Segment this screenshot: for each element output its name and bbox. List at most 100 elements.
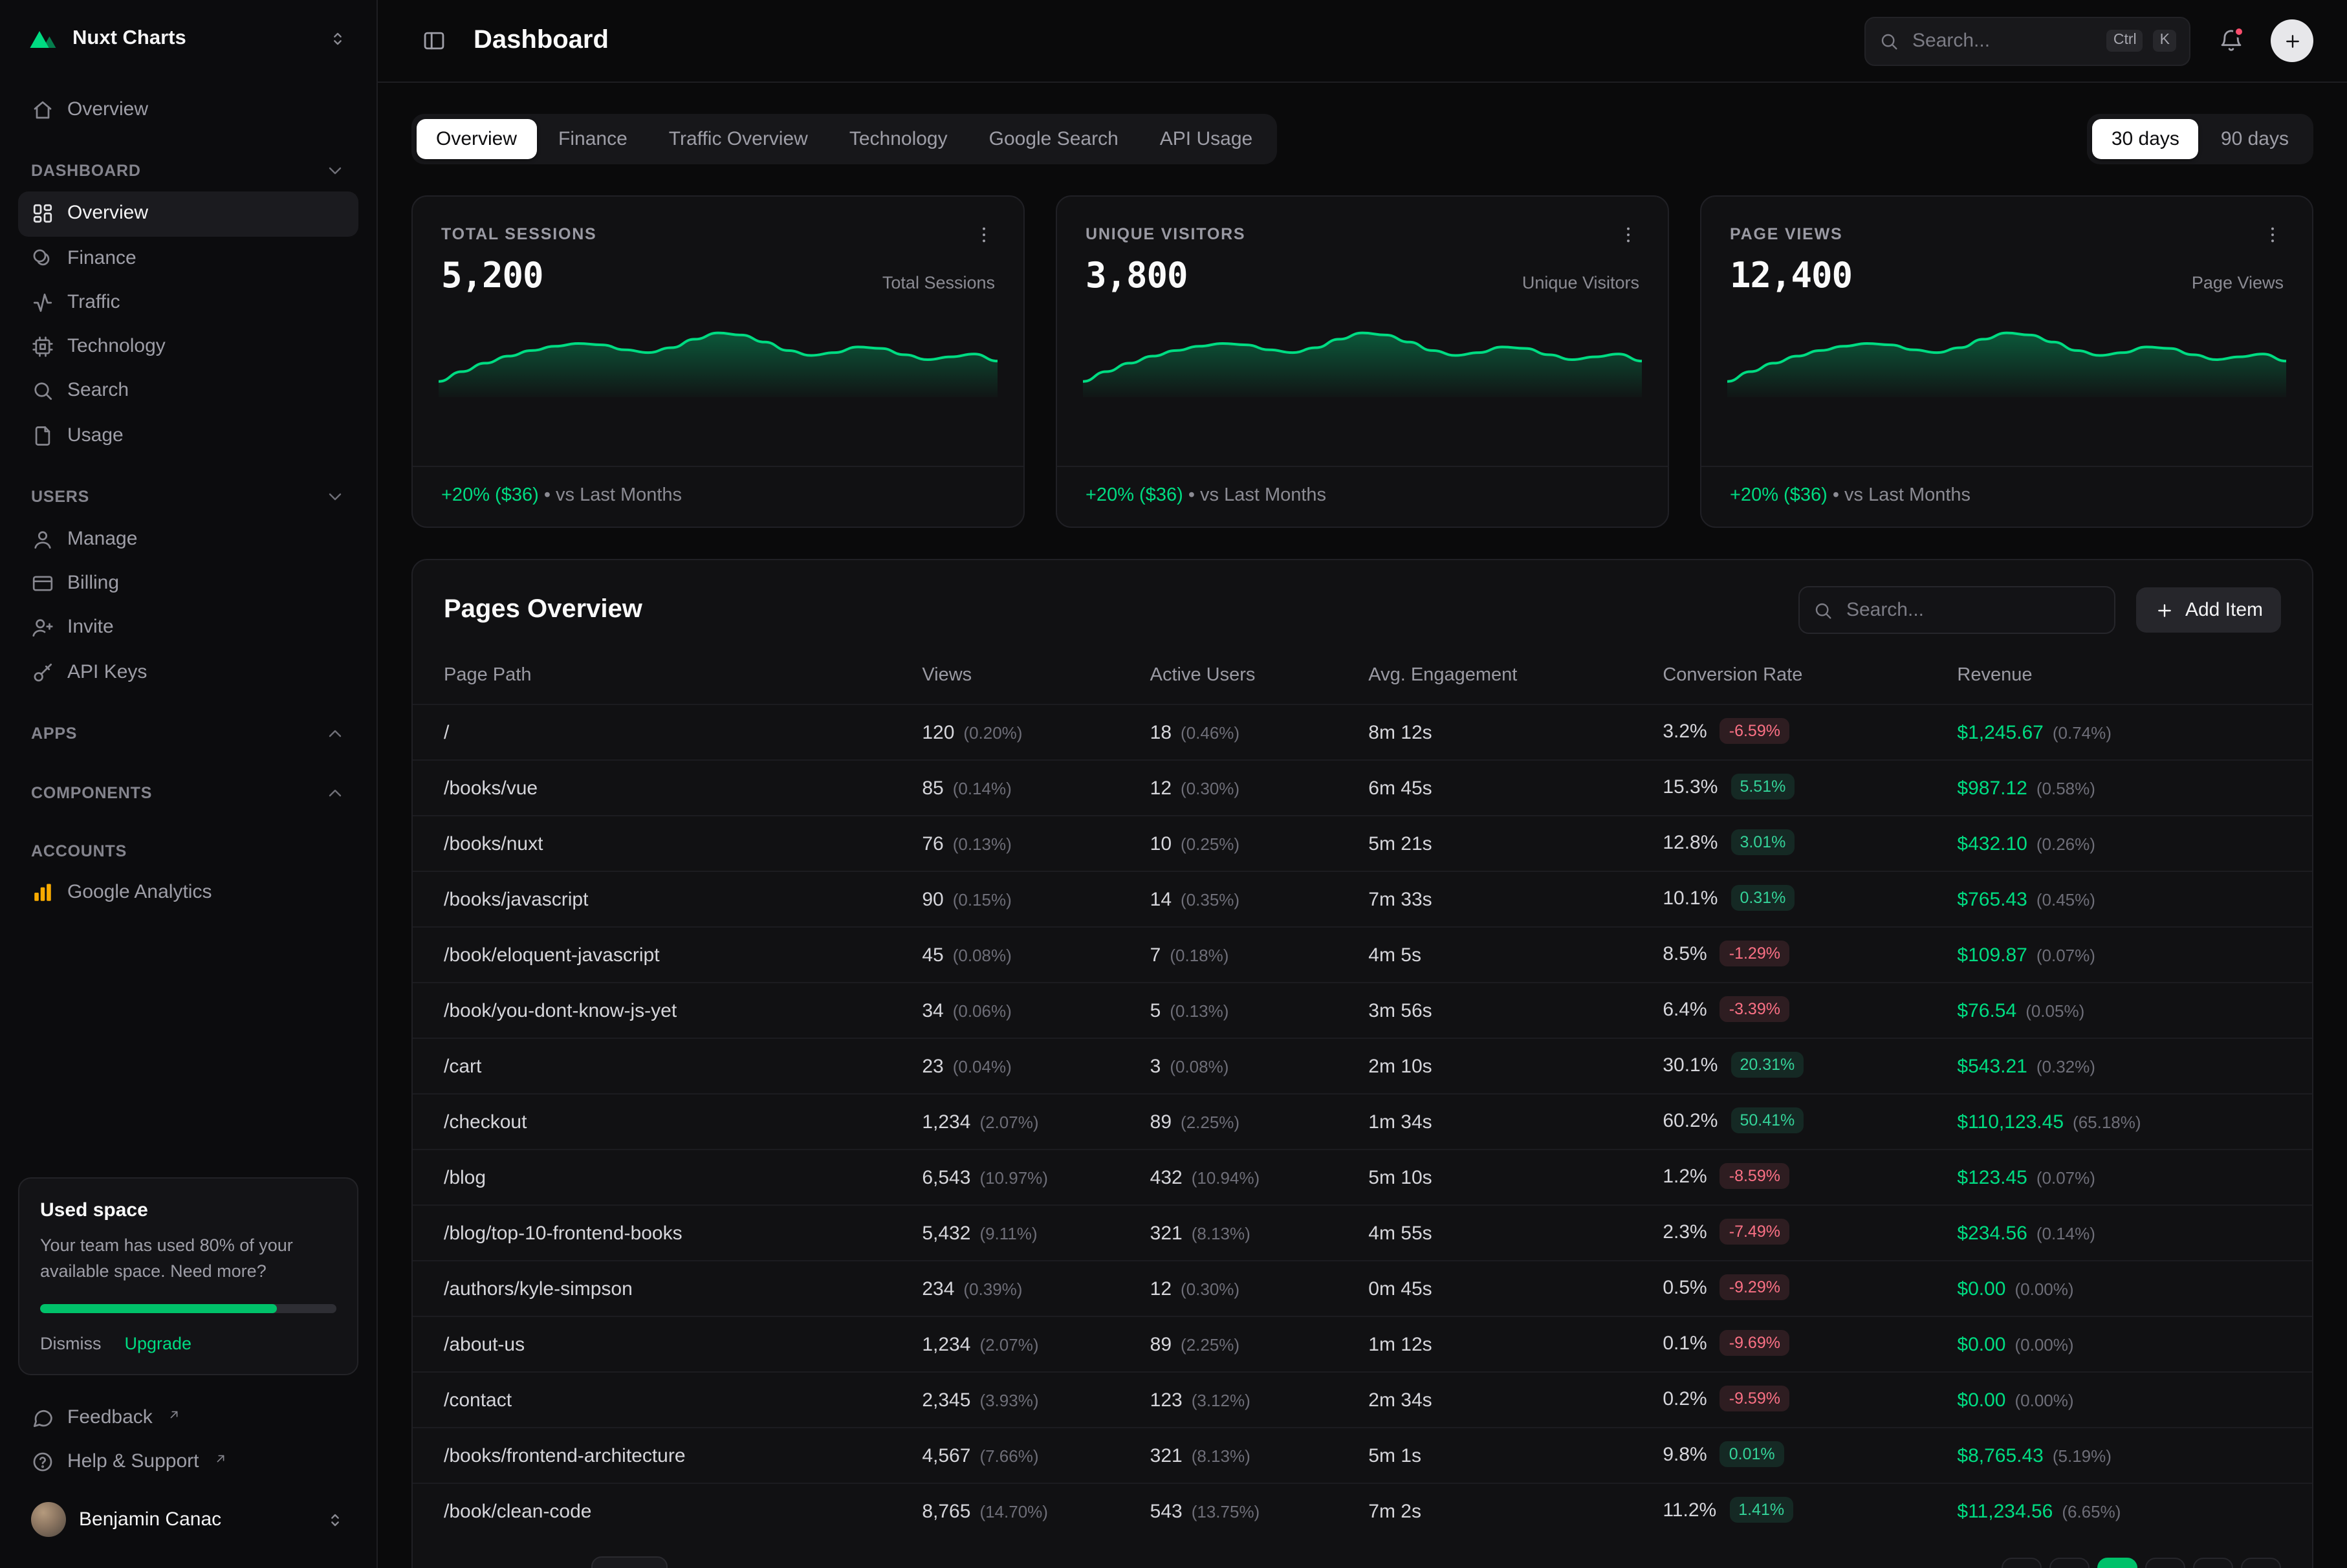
cell-views: 90(0.15%) [906,871,1134,927]
cell-conversion: 12.8%3.01% [1647,816,1941,871]
sidebar-item-label: Search [67,378,129,405]
pagination-first-button[interactable] [2002,1557,2042,1568]
pagination-page-2[interactable]: 2 [2145,1557,2185,1568]
table-row: /books/frontend-architecture4,567(7.66%)… [413,1428,2312,1483]
search-icon [1879,30,1899,51]
coins-icon [31,246,54,270]
cell-active-users: 12(0.30%) [1135,760,1353,816]
sidebar-footer-nav: Feedback Help & Support [18,1395,358,1484]
cell-revenue: $987.12(0.58%) [1941,760,2312,816]
workspace-switcher[interactable]: Nuxt Charts [18,16,358,62]
credit-card-icon [31,572,54,595]
add-item-button[interactable]: Add Item [2136,587,2281,633]
tab-finance[interactable]: Finance [539,119,647,159]
tab-technology[interactable]: Technology [830,119,967,159]
sidebar-item-search[interactable]: Search [18,369,358,414]
cell-revenue: $8,765.43(5.19%) [1941,1428,2312,1483]
section-toggle-apps[interactable]: APPS [18,723,358,754]
pagination-last-button[interactable] [2241,1557,2281,1568]
global-search-input[interactable] [1910,28,2097,53]
cell-active-users: 432(10.94%) [1135,1149,1353,1205]
table-row: /book/eloquent-javascript45(0.08%)7(0.18… [413,927,2312,983]
upgrade-button[interactable]: Upgrade [125,1333,192,1353]
cell-views: 1,234(2.07%) [906,1316,1134,1372]
sidebar-item-label: Finance [67,245,136,272]
sidebar-item-finance[interactable]: Finance [18,236,358,281]
range-30-days[interactable]: 30 days [2092,119,2199,159]
tab-overview[interactable]: Overview [417,119,536,159]
cell-revenue: $1,245.67(0.74%) [1941,704,2312,760]
sidebar-top-nav: Overview [18,88,358,133]
conversion-change-badge: 5.51% [1730,774,1795,800]
sidebar-item-overview[interactable]: Overview [18,88,358,133]
sidebar-item-feedback[interactable]: Feedback [18,1395,358,1440]
sidebar-item-api-keys[interactable]: API Keys [18,650,358,695]
stat-title: TOTAL SESSIONS [441,225,597,243]
stat-value: 5,200 [441,256,543,296]
conversion-change-badge: -9.29% [1720,1274,1789,1300]
user-menu[interactable]: Benjamin Canac [18,1492,358,1547]
tab-api-usage[interactable]: API Usage [1141,119,1272,159]
cell-views: 85(0.14%) [906,760,1134,816]
cell-revenue: $0.00(0.00%) [1941,1372,2312,1428]
sidebar-item-usage[interactable]: Usage [18,413,358,458]
cell-active-users: 10(0.25%) [1135,816,1353,871]
card-menu-button[interactable] [964,215,1003,254]
sidebar-item-overview[interactable]: Overview [18,192,358,237]
activity-icon [31,291,54,314]
pagination-prev-button[interactable] [2049,1557,2090,1568]
cell-engagement: 1m 12s [1353,1316,1647,1372]
pagination-next-button[interactable] [2193,1557,2233,1568]
range-90-days[interactable]: 90 days [2201,119,2308,159]
card-menu-button[interactable] [1608,215,1647,254]
cell-revenue: $0.00(0.00%) [1941,1316,2312,1372]
section-toggle-dashboard[interactable]: DASHBOARD [18,161,358,192]
cell-engagement: 2m 34s [1353,1372,1647,1428]
sidebar-item-billing[interactable]: Billing [18,561,358,606]
table-search[interactable] [1798,586,2115,634]
dismiss-button[interactable]: Dismiss [40,1333,102,1353]
cell-revenue: $109.87(0.07%) [1941,927,2312,983]
sidebar-item-help-support[interactable]: Help & Support [18,1440,358,1485]
sidebar-item-label: Help & Support [67,1449,199,1475]
pages-overview-header: Pages Overview Add Item [413,560,2312,652]
used-space-title: Used space [40,1200,336,1222]
main: Dashboard Ctrl K [378,0,2347,1568]
page-title: Dashboard [474,26,609,56]
sidebar-toggle-button[interactable] [411,19,455,63]
sidebar-item-google-analytics[interactable]: Google Analytics [18,871,358,915]
rows-per-page-select[interactable]: 15 [591,1556,668,1568]
sidebar-item-technology[interactable]: Technology [18,325,358,369]
section-toggle-components[interactable]: COMPONENTS [18,783,358,814]
table-search-input[interactable] [1844,598,2101,622]
used-space-progress [40,1303,336,1312]
stat-footnote: +20% ($36) • vs Last Months [1057,466,1668,527]
stat-footnote: +20% ($36) • vs Last Months [1701,466,2312,527]
tab-google-search[interactable]: Google Search [970,119,1138,159]
table-row: /cart23(0.04%)3(0.08%)2m 10s30.1%20.31%$… [413,1038,2312,1094]
search-icon [1813,600,1833,620]
section-toggle-users[interactable]: USERS [18,486,358,517]
cell-engagement: 5m 1s [1353,1428,1647,1483]
plus-icon [2154,600,2175,620]
chevron-up-icon [325,783,345,803]
card-menu-button[interactable] [2253,215,2291,254]
tab-traffic-overview[interactable]: Traffic Overview [650,119,827,159]
pagination-page-1[interactable]: 1 [2097,1557,2137,1568]
cell-active-users: 321(8.13%) [1135,1428,1353,1483]
sidebar-item-traffic[interactable]: Traffic [18,281,358,325]
column-header-active-users: Active Users [1135,652,1353,704]
cell-page-path: /checkout [413,1094,906,1149]
sidebar-item-manage[interactable]: Manage [18,517,358,562]
sidebar-item-invite[interactable]: Invite [18,606,358,651]
notifications-button[interactable] [2209,19,2253,63]
sidebar-item-label: Google Analytics [67,880,212,906]
app-root: Nuxt Charts Overview DASHBOARDOverviewFi… [0,0,2347,1568]
conversion-change-badge: 0.31% [1730,885,1795,911]
sidebar-item-label: Usage [67,422,124,449]
conversion-change-badge: -9.59% [1720,1386,1789,1411]
section-label: DASHBOARD [31,162,141,180]
global-search[interactable]: Ctrl K [1864,16,2190,65]
used-space-description: Your team has used 80% of your available… [40,1234,336,1284]
new-item-button[interactable] [2271,19,2313,62]
